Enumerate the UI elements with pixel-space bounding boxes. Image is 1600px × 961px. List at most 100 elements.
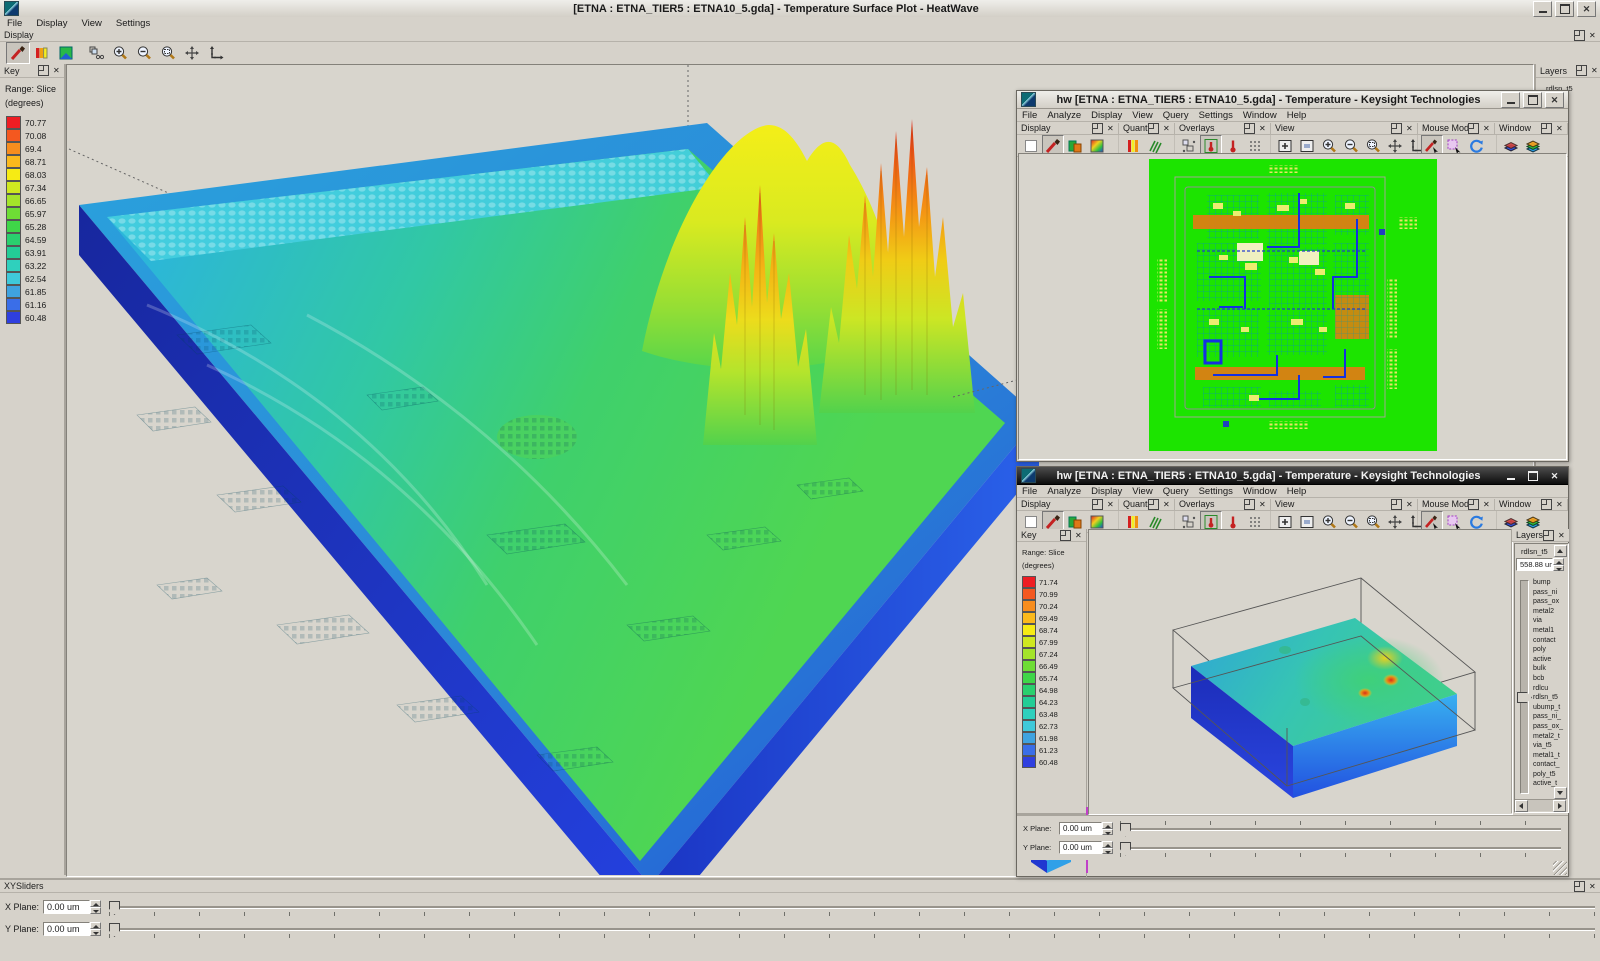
layer-item[interactable]: metal2 xyxy=(1533,607,1567,617)
scroll-left-icon[interactable] xyxy=(1515,800,1528,812)
layer-slider-handle[interactable] xyxy=(1517,692,1532,703)
dock-close-icon[interactable] xyxy=(1106,500,1115,509)
dock-float-icon[interactable] xyxy=(1541,123,1552,134)
dock-float-icon[interactable] xyxy=(1541,499,1552,510)
spin-down-icon[interactable] xyxy=(1102,848,1113,855)
layer-item[interactable]: poly xyxy=(1533,645,1567,655)
scroll-down-icon[interactable] xyxy=(1554,787,1567,799)
chip-layout-view[interactable] xyxy=(1149,159,1437,451)
snap-grid-icon[interactable] xyxy=(84,42,108,64)
paintbrush-icon[interactable] xyxy=(6,42,30,64)
y-plane-spinbox[interactable]: 0.00 um xyxy=(1059,841,1113,854)
menu-item[interactable]: View xyxy=(74,17,108,30)
y-plane-slider[interactable] xyxy=(1120,840,1561,856)
y-plane-value[interactable]: 0.00 um xyxy=(43,922,90,936)
menu-item[interactable]: Display xyxy=(29,17,74,30)
minimize-button[interactable] xyxy=(1501,92,1520,108)
spin-up-icon[interactable] xyxy=(90,922,101,929)
layer-item[interactable]: ubump_t xyxy=(1533,703,1567,713)
chip-layout-viewport[interactable] xyxy=(1018,153,1567,460)
y-plane-spinbox[interactable]: 0.00 um xyxy=(43,922,101,936)
dock-float-icon[interactable] xyxy=(1148,499,1159,510)
dock-float-icon[interactable] xyxy=(1060,530,1071,541)
menu-item[interactable]: Display xyxy=(1086,110,1127,121)
menu-item[interactable]: Settings xyxy=(1194,486,1238,497)
layer-item[interactable]: rdlcu xyxy=(1533,684,1567,694)
x-plane-slider[interactable] xyxy=(109,899,1595,915)
spin-up-icon[interactable] xyxy=(90,900,101,907)
dock-close-icon[interactable] xyxy=(1557,531,1566,540)
dock-close-icon[interactable] xyxy=(1588,31,1597,40)
x-plane-value[interactable]: 0.00 um xyxy=(43,900,90,914)
menu-item[interactable]: Window xyxy=(1238,110,1282,121)
x-plane-value[interactable]: 0.00 um xyxy=(1059,822,1102,835)
dock-close-icon[interactable] xyxy=(1258,500,1267,509)
menu-item[interactable]: View xyxy=(1127,110,1157,121)
menu-item[interactable]: Analyze xyxy=(1042,110,1086,121)
slice-3d-view[interactable] xyxy=(1089,530,1510,812)
menu-item[interactable]: File xyxy=(0,17,29,30)
menu-item[interactable]: Analyze xyxy=(1042,486,1086,497)
menu-item[interactable]: Help xyxy=(1282,110,1312,121)
dock-float-icon[interactable] xyxy=(1148,123,1159,134)
close-button[interactable] xyxy=(1545,92,1564,108)
layer-item[interactable]: contact_ xyxy=(1533,760,1567,770)
resize-grip[interactable] xyxy=(1553,861,1567,875)
dock-float-icon[interactable] xyxy=(1391,499,1402,510)
layer-item[interactable]: metal1 xyxy=(1533,626,1567,636)
layer-item[interactable]: bulk xyxy=(1533,664,1567,674)
layers-hscrollbar[interactable] xyxy=(1515,799,1566,811)
maximize-button[interactable] xyxy=(1555,1,1574,17)
menu-item[interactable]: Query xyxy=(1158,486,1194,497)
x-slider-handle[interactable] xyxy=(1120,823,1131,837)
dock-close-icon[interactable] xyxy=(1162,124,1171,133)
layer-item[interactable]: pass_ox_ xyxy=(1533,722,1567,732)
dock-close-icon[interactable] xyxy=(1555,500,1564,509)
dock-close-icon[interactable] xyxy=(1555,124,1564,133)
dock-close-icon[interactable] xyxy=(1074,531,1083,540)
scroll-right-icon[interactable] xyxy=(1553,800,1566,812)
key-ranges-icon[interactable] xyxy=(30,42,54,64)
dock-close-icon[interactable] xyxy=(52,66,61,75)
maximize-button[interactable] xyxy=(1523,468,1542,484)
layer-item[interactable]: metal1_t xyxy=(1533,751,1567,761)
layer-slider-track[interactable] xyxy=(1520,580,1529,794)
dock-float-icon[interactable] xyxy=(1574,30,1585,41)
dock-float-icon[interactable] xyxy=(1468,499,1479,510)
probe-pointer-icon[interactable] xyxy=(180,42,204,64)
menu-item[interactable]: Display xyxy=(1086,486,1127,497)
spin-down-icon[interactable] xyxy=(90,929,101,936)
dock-float-icon[interactable] xyxy=(1576,65,1587,76)
dock-float-icon[interactable] xyxy=(1468,123,1479,134)
dock-close-icon[interactable] xyxy=(1106,124,1115,133)
y-plane-slider[interactable] xyxy=(109,921,1595,937)
close-button[interactable] xyxy=(1545,468,1564,484)
minimize-button[interactable] xyxy=(1533,1,1552,17)
dock-close-icon[interactable] xyxy=(1482,500,1491,509)
dock-float-icon[interactable] xyxy=(1543,530,1554,541)
close-button[interactable] xyxy=(1577,1,1596,17)
layer-item[interactable]: bcb xyxy=(1533,674,1567,684)
layer-item[interactable]: bump xyxy=(1533,578,1567,588)
layer-thickness-value[interactable]: 558.88 um xyxy=(1516,558,1553,571)
dock-float-icon[interactable] xyxy=(38,65,49,76)
surface-map-icon[interactable] xyxy=(54,42,78,64)
spin-down-icon[interactable] xyxy=(1553,565,1564,572)
dock-close-icon[interactable] xyxy=(1258,124,1267,133)
dock-close-icon[interactable] xyxy=(1162,500,1171,509)
layer-item[interactable]: via xyxy=(1533,616,1567,626)
layer-item[interactable]: via_t5 xyxy=(1533,741,1567,751)
dock-float-icon[interactable] xyxy=(1391,123,1402,134)
dock-float-icon[interactable] xyxy=(1092,499,1103,510)
menu-item[interactable]: Help xyxy=(1282,486,1312,497)
x-plane-spinbox[interactable]: 0.00 um xyxy=(1059,822,1113,835)
layer-item[interactable]: pass_ox xyxy=(1533,597,1567,607)
spin-down-icon[interactable] xyxy=(1102,829,1113,836)
layer-item[interactable]: active xyxy=(1533,655,1567,665)
dock-close-icon[interactable] xyxy=(1405,500,1414,509)
dock-close-icon[interactable] xyxy=(1405,124,1414,133)
zoom-out-icon[interactable] xyxy=(132,42,156,64)
menu-item[interactable]: File xyxy=(1017,110,1042,121)
maximize-button[interactable] xyxy=(1523,92,1542,108)
slice-viewport[interactable] xyxy=(1088,529,1513,815)
